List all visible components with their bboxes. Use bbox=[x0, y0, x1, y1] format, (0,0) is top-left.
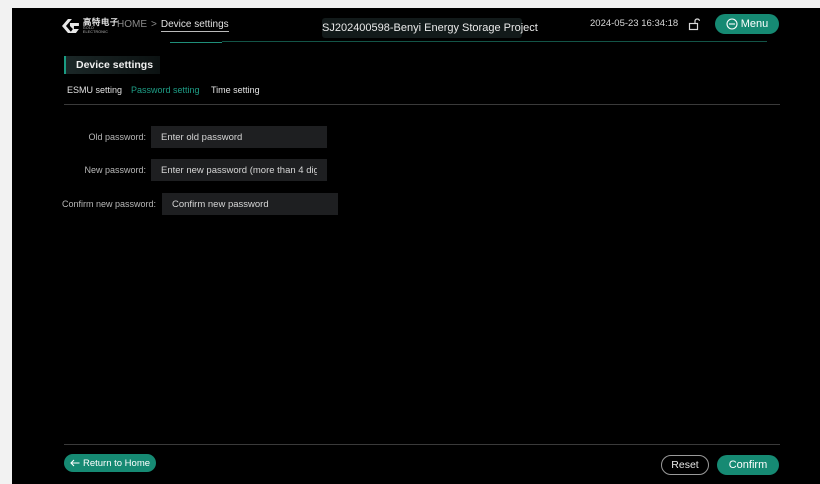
breadcrumb: HOME > Device settings bbox=[117, 19, 229, 32]
company-logo: 高特电子 GOLD ELECTRONIC bbox=[62, 16, 120, 36]
breadcrumb-current: Device settings bbox=[160, 19, 229, 32]
panel-title: Device settings bbox=[64, 56, 160, 74]
tab-esmu-setting[interactable]: ESMU setting bbox=[67, 85, 131, 95]
new-password-field[interactable] bbox=[151, 159, 327, 181]
confirm-password-field[interactable] bbox=[162, 193, 338, 215]
return-to-home-button[interactable]: Return to Home bbox=[64, 454, 156, 472]
confirm-button[interactable]: Confirm bbox=[717, 455, 779, 475]
reset-button[interactable]: Reset bbox=[661, 455, 709, 475]
new-password-label: New password: bbox=[84, 165, 146, 175]
footer-divider bbox=[64, 444, 780, 445]
tabs-divider bbox=[64, 104, 780, 105]
header-divider bbox=[222, 41, 767, 42]
app-screen: 高特电子 GOLD ELECTRONIC HOME > Device setting… bbox=[12, 8, 820, 484]
logo-english-text: GOLD ELECTRONIC bbox=[82, 26, 109, 34]
current-datetime: 2024-05-23 16:34:18 bbox=[590, 18, 679, 29]
breadcrumb-underline bbox=[170, 42, 222, 43]
old-password-field[interactable] bbox=[151, 126, 327, 148]
settings-tabs: ESMU setting Password setting Time setti… bbox=[67, 85, 271, 95]
lock-icon[interactable] bbox=[688, 17, 700, 31]
return-button-label: Return to Home bbox=[82, 457, 151, 469]
menu-button-label: Menu bbox=[740, 18, 769, 30]
logo-chinese-text: 高特电子 bbox=[82, 16, 119, 27]
arrow-left-icon bbox=[70, 459, 80, 467]
breadcrumb-separator: > bbox=[151, 19, 157, 30]
confirm-password-label: Confirm new password: bbox=[62, 199, 157, 209]
menu-circle-icon bbox=[726, 18, 738, 30]
logo-mark-icon bbox=[62, 19, 79, 33]
tab-time-setting[interactable]: Time setting bbox=[211, 85, 271, 95]
tab-password-setting[interactable]: Password setting bbox=[131, 85, 211, 95]
menu-button[interactable]: Menu bbox=[715, 14, 779, 34]
logo-text: 高特电子 GOLD ELECTRONIC bbox=[83, 18, 120, 35]
old-password-label: Old password: bbox=[88, 132, 146, 142]
breadcrumb-home-link[interactable]: HOME bbox=[117, 19, 147, 30]
project-title: SJ202400598-Benyi Energy Storage Project bbox=[322, 18, 538, 38]
